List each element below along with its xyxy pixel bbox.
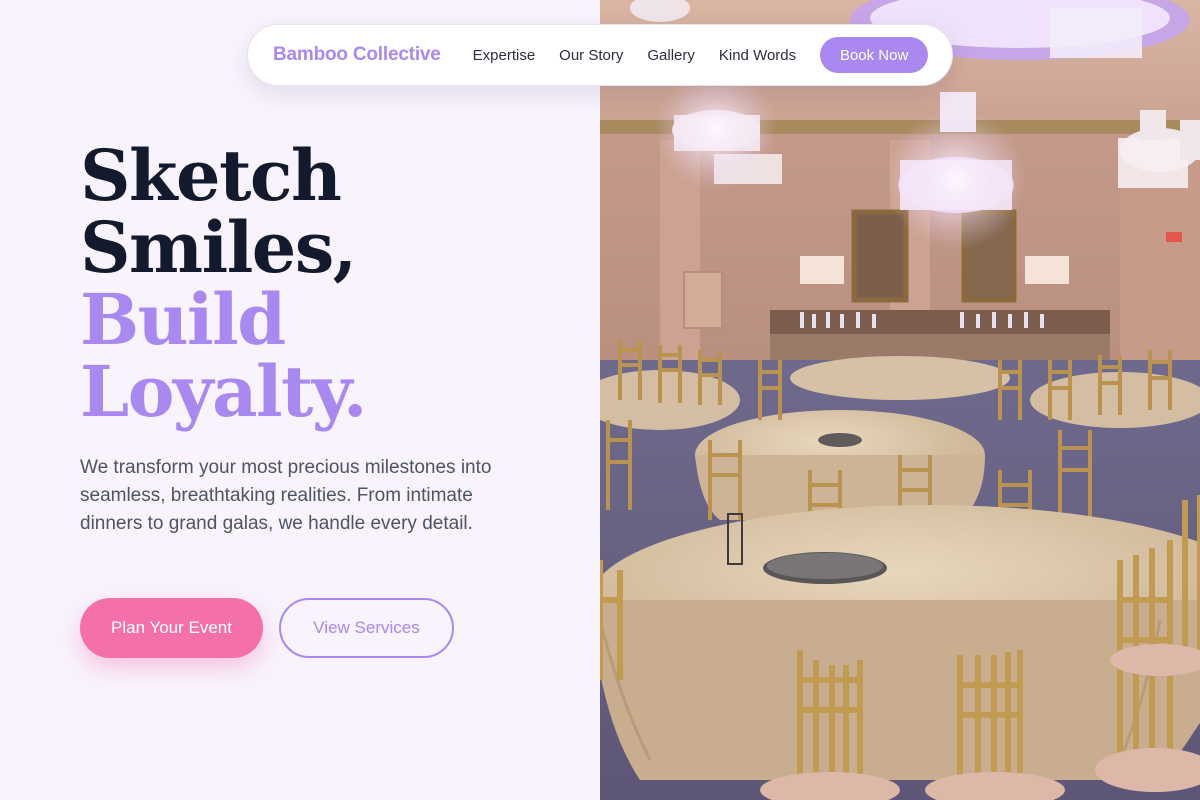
nav-link-expertise[interactable]: Expertise: [473, 47, 536, 64]
book-now-button[interactable]: Book Now: [820, 37, 929, 73]
headline-line-1: Sketch: [80, 134, 342, 217]
nav-link-kind-words[interactable]: Kind Words: [719, 47, 796, 64]
headline-line-3: Build: [80, 278, 286, 361]
nav-link-our-story[interactable]: Our Story: [559, 47, 623, 64]
ballroom-illustration: [600, 0, 1200, 800]
brand-logo-text[interactable]: Bamboo Collective: [273, 44, 441, 66]
headline-line-2: Smiles,: [80, 206, 357, 289]
ballroom-photo: [600, 0, 1200, 800]
view-services-button[interactable]: View Services: [279, 598, 454, 658]
hero-section: Sketch Smiles, Build Loyalty. We transfo…: [0, 0, 600, 800]
hero-description: We transform your most precious mileston…: [80, 457, 492, 534]
hero-headline: Sketch Smiles, Build Loyalty.: [80, 134, 367, 433]
plan-event-button[interactable]: Plan Your Event: [80, 598, 263, 658]
headline-line-4: Loyalty.: [80, 350, 367, 433]
nav-link-gallery[interactable]: Gallery: [647, 47, 695, 64]
top-navbar: Bamboo Collective Expertise Our Story Ga…: [247, 24, 953, 86]
